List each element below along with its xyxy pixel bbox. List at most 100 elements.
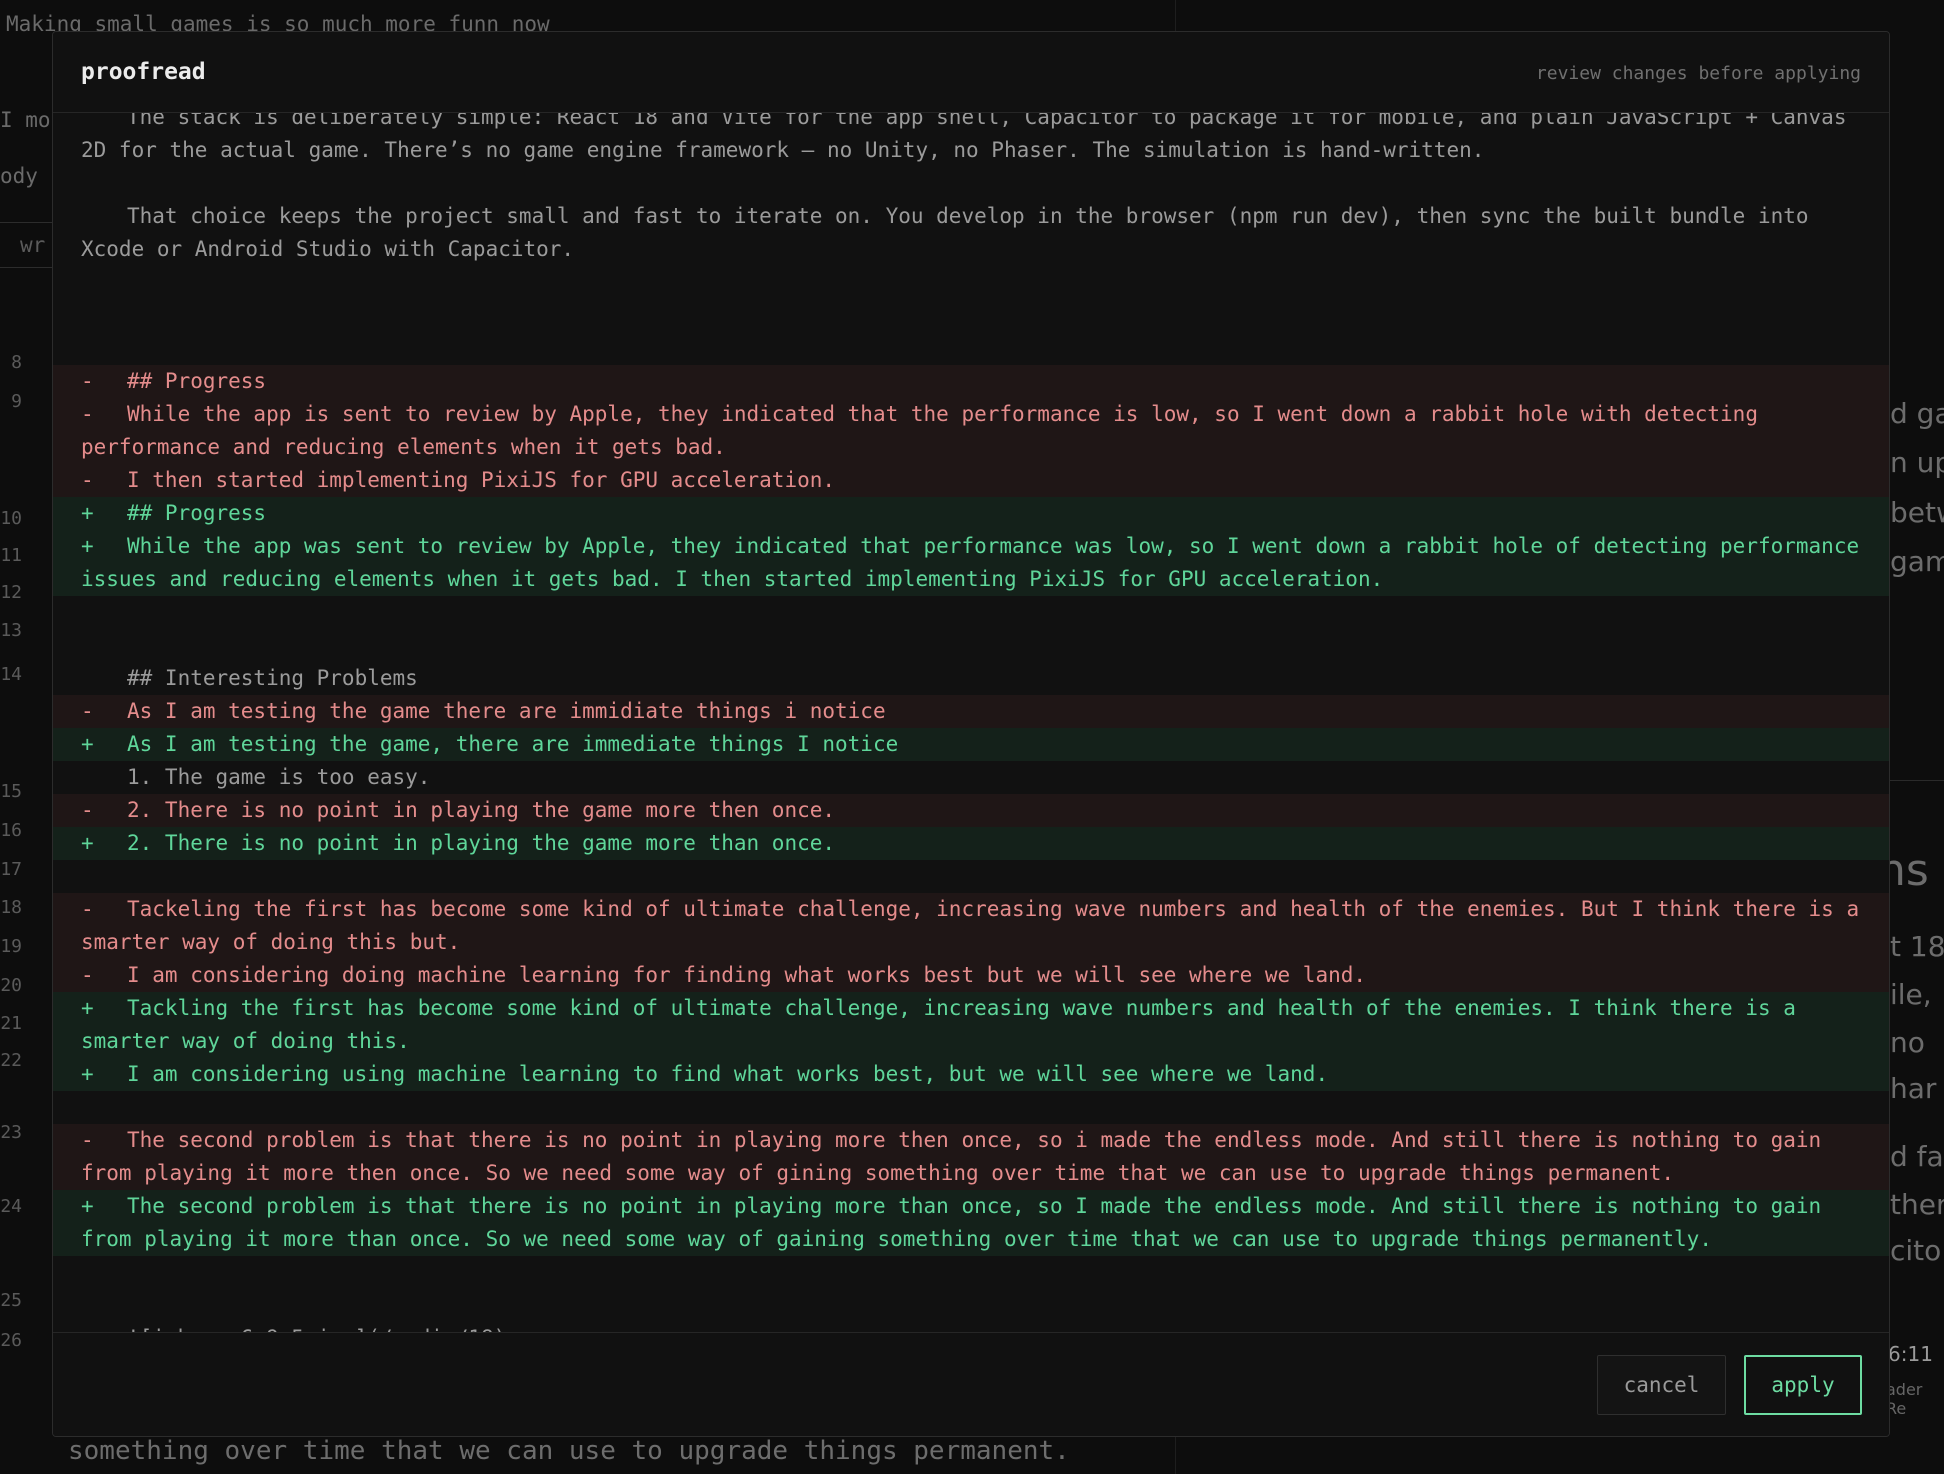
diff-line-text: As I am testing the game, there are imme…: [127, 732, 899, 756]
diff-blank-line: [53, 1091, 1889, 1124]
diff-removed-line: - I then started implementing PixiJS for …: [53, 464, 1889, 497]
line-number: 15: [0, 781, 22, 802]
preview-divider: [1890, 780, 1944, 781]
line-number: 8: [11, 352, 22, 373]
diff-context-line: 1. The game is too easy.: [53, 761, 1889, 794]
diff-view[interactable]: The stack is deliberately simple: React …: [53, 113, 1889, 1333]
preview-text-fragment: ther: [1890, 1188, 1944, 1221]
diff-removed-line: - ## Progress: [53, 365, 1889, 398]
diff-line-text: Tackeling the first has become some kind…: [81, 897, 1872, 954]
diff-line-text: I am considering doing machine learning …: [127, 963, 1367, 987]
diff-line-text: While the app is sent to review by Apple…: [81, 402, 1771, 459]
diff-blank-line: [53, 266, 1889, 299]
context-indent: [81, 200, 127, 233]
body-fragment: I mo: [0, 108, 51, 132]
apply-button[interactable]: apply: [1744, 1355, 1862, 1415]
preview-text-fragment: no: [1890, 1026, 1925, 1059]
line-number: 12: [0, 582, 22, 603]
plus-marker: +: [81, 501, 94, 525]
line-number: 25: [0, 1290, 22, 1311]
diff-context-line: The stack is deliberately simple: React …: [53, 113, 1889, 167]
diff-context-line: That choice keeps the project small and …: [53, 200, 1889, 266]
dialog-header: proofread review changes before applying: [53, 32, 1889, 113]
reader-mode-label: ader Re: [1886, 1380, 1923, 1418]
diff-removed-line: - While the app is sent to review by Appl…: [53, 398, 1889, 464]
minus-marker: -: [81, 963, 94, 987]
diff-removed-line: - As I am testing the game there are immi…: [53, 695, 1889, 728]
cancel-button[interactable]: cancel: [1597, 1355, 1726, 1415]
diff-line-text: The second problem is that there is no p…: [81, 1128, 1834, 1185]
minus-marker: -: [81, 798, 94, 822]
line-number: 21: [0, 1013, 22, 1034]
line-number: 18: [0, 897, 22, 918]
clock-readout: 6:11: [1888, 1342, 1933, 1366]
editor-text-fragment: something over time that we can use to u…: [68, 1436, 1070, 1466]
diff-line-text: As I am testing the game there are immid…: [127, 699, 886, 723]
plus-marker: +: [81, 1194, 94, 1218]
line-number: 22: [0, 1050, 22, 1071]
minus-marker: -: [81, 699, 94, 723]
diff-blank-line: [53, 1256, 1889, 1289]
diff-removed-line: - Tackeling the first has become some kin…: [53, 893, 1889, 959]
preview-text-fragment: har: [1890, 1072, 1937, 1105]
diff-line-text: 2. There is no point in playing the game…: [127, 798, 836, 822]
diff-line-text: The stack is deliberately simple: React …: [81, 113, 1860, 162]
diff-added-line: + The second problem is that there is no …: [53, 1190, 1889, 1256]
diff-context-line: ## Interesting Problems: [53, 662, 1889, 695]
diff-line-text: I then started implementing PixiJS for G…: [127, 468, 836, 492]
tab-fragment: wr: [0, 222, 60, 268]
preview-text-fragment: d ga: [1890, 397, 1944, 430]
diff-line-text: 2. There is no point in playing the game…: [127, 831, 836, 855]
body-fragment: ody: [0, 164, 38, 188]
preview-text-fragment: gam: [1890, 545, 1944, 578]
line-number: 9: [11, 391, 22, 412]
diff-line-text: ## Interesting Problems: [127, 666, 418, 690]
diff-removed-line: - 2. There is no point in playing the gam…: [53, 794, 1889, 827]
diff-blank-line: [53, 1289, 1889, 1322]
diff-added-line: + ## Progress: [53, 497, 1889, 530]
diff-line-text: Tackling the first has become some kind …: [81, 996, 1809, 1053]
diff-blank-line: [53, 299, 1889, 332]
plus-marker: +: [81, 996, 94, 1020]
diff-line-text: ## Progress: [127, 369, 267, 393]
plus-marker: +: [81, 831, 94, 855]
diff-added-line: + Tackling the first has become some kind…: [53, 992, 1889, 1058]
dialog-hint: review changes before applying: [1535, 63, 1861, 84]
line-number: 24: [0, 1196, 22, 1217]
preview-text-fragment: n up: [1890, 446, 1944, 479]
diff-added-line: + As I am testing the game, there are imm…: [53, 728, 1889, 761]
line-number: 16: [0, 820, 22, 841]
context-indent: [81, 113, 127, 134]
diff-blank-line: [53, 860, 1889, 893]
minus-marker: -: [81, 369, 94, 393]
preview-text-fragment: betw: [1890, 496, 1944, 529]
context-indent: [81, 662, 127, 695]
diff-line-text: The second problem is that there is no p…: [81, 1194, 1834, 1251]
diff-added-line: +2. There is no point in playing the gam…: [53, 827, 1889, 860]
dialog-title: proofread: [81, 59, 206, 85]
preview-text-fragment: d fa: [1890, 1140, 1944, 1173]
minus-marker: -: [81, 468, 94, 492]
diff-line-text: ## Progress: [127, 501, 267, 525]
preview-text-fragment: cito: [1890, 1234, 1942, 1267]
line-number: 20: [0, 975, 22, 996]
diff-added-line: + While the app was sent to review by App…: [53, 530, 1889, 596]
diff-blank-line: [53, 167, 1889, 200]
diff-removed-line: - The second problem is that there is no …: [53, 1124, 1889, 1190]
plus-marker: +: [81, 1062, 94, 1086]
diff-removed-line: - I am considering doing machine learning…: [53, 959, 1889, 992]
preview-text-fragment: t 18: [1890, 930, 1944, 963]
diff-line-text: 1. The game is too easy.: [127, 765, 431, 789]
diff-line-text: While the app was sent to review by Appl…: [81, 534, 1872, 591]
line-number: 19: [0, 936, 22, 957]
diff-blank-line: [53, 596, 1889, 629]
line-number: 11: [0, 545, 22, 566]
minus-marker: -: [81, 402, 94, 426]
diff-blank-line: [53, 629, 1889, 662]
line-number: 13: [0, 620, 22, 641]
proofread-dialog: proofread review changes before applying…: [52, 31, 1890, 1437]
line-number: 26: [0, 1330, 22, 1351]
diff-line-text: That choice keeps the project small and …: [81, 204, 1822, 261]
line-number: 14: [0, 664, 22, 685]
minus-marker: -: [81, 897, 94, 921]
